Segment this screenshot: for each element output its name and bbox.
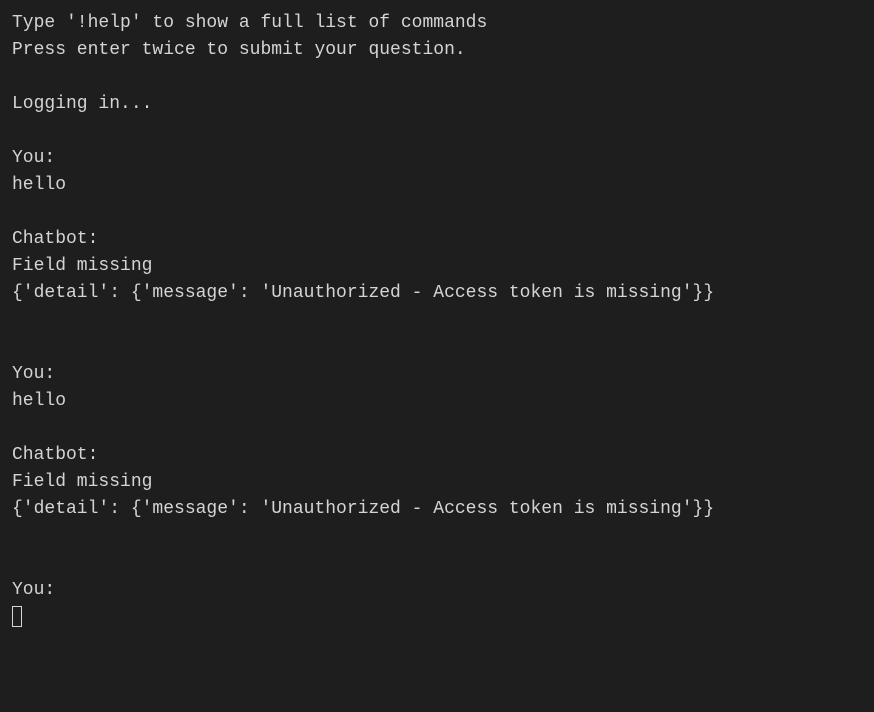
user-message: hello bbox=[12, 388, 862, 415]
blank-line bbox=[12, 334, 862, 361]
logging-in-status: Logging in... bbox=[12, 91, 862, 118]
blank-line bbox=[12, 550, 862, 577]
you-label: You: bbox=[12, 361, 862, 388]
blank-line bbox=[12, 64, 862, 91]
blank-line bbox=[12, 199, 862, 226]
blank-line bbox=[12, 415, 862, 442]
chatbot-label: Chatbot: bbox=[12, 442, 862, 469]
blank-line bbox=[12, 307, 862, 334]
you-prompt-label: You: bbox=[12, 577, 862, 604]
blank-line bbox=[12, 118, 862, 145]
chatbot-error-detail: {'detail': {'message': 'Unauthorized - A… bbox=[12, 496, 862, 523]
you-label: You: bbox=[12, 145, 862, 172]
cursor-icon bbox=[12, 606, 22, 627]
submit-hint-text: Press enter twice to submit your questio… bbox=[12, 37, 862, 64]
blank-line bbox=[12, 523, 862, 550]
chatbot-response-line: Field missing bbox=[12, 469, 862, 496]
user-message: hello bbox=[12, 172, 862, 199]
help-hint-text: Type '!help' to show a full list of comm… bbox=[12, 10, 862, 37]
chatbot-error-detail: {'detail': {'message': 'Unauthorized - A… bbox=[12, 280, 862, 307]
input-prompt[interactable] bbox=[12, 604, 862, 631]
chatbot-label: Chatbot: bbox=[12, 226, 862, 253]
chatbot-response-line: Field missing bbox=[12, 253, 862, 280]
